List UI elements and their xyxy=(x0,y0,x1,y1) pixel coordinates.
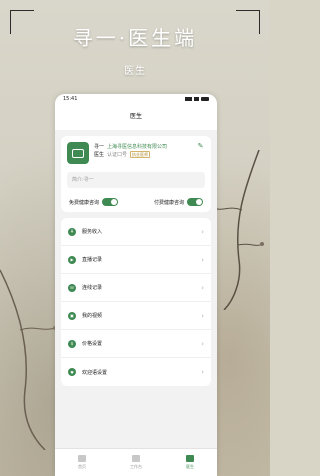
home-icon xyxy=(78,455,86,462)
menu-item-welcome[interactable]: ♥ 欢迎语设置 › xyxy=(61,358,211,386)
nav-title: 医生 xyxy=(55,104,217,130)
doctor-avatar-icon xyxy=(67,142,89,164)
tab-workbench[interactable]: 工作台 xyxy=(109,449,163,476)
phone-screen: 15:41 医生 寻一 上海寻医信息科技有限公司 医生 认证口号 执业医师 ✎ xyxy=(55,94,217,476)
free-consult-toggle[interactable]: 免费健康咨询 xyxy=(69,198,119,206)
wifi-icon xyxy=(194,97,199,101)
paid-consult-toggle[interactable]: 付费健康咨询 xyxy=(154,198,203,206)
profile-card: 寻一 上海寻医信息科技有限公司 医生 认证口号 执业医师 ✎ 简介:寻一 免费健… xyxy=(61,136,211,212)
doctor-org: 上海寻医信息科技有限公司 xyxy=(107,143,168,150)
signal-icon xyxy=(185,97,192,101)
grid-icon xyxy=(132,455,140,462)
menu-item-price[interactable]: $ 价格设置 › xyxy=(61,330,211,358)
user-icon xyxy=(186,455,194,462)
app-subtitle: 医生 xyxy=(124,66,146,77)
menu-item-video[interactable]: ▣ 我的视频 › xyxy=(61,302,211,330)
chevron-right-icon: › xyxy=(201,368,204,376)
tab-bar: 首页 工作台 医生 xyxy=(55,448,217,476)
toggle-switch[interactable] xyxy=(187,198,203,206)
live-icon: ▶ xyxy=(68,255,76,264)
chevron-right-icon: › xyxy=(201,339,204,348)
tab-doctor[interactable]: 医生 xyxy=(163,449,217,476)
plum-branch-decoration xyxy=(0,269,57,450)
video-icon: ▣ xyxy=(68,311,76,320)
chevron-right-icon: › xyxy=(201,311,204,320)
chevron-right-icon: › xyxy=(201,227,204,236)
battery-icon xyxy=(201,97,209,101)
menu-item-live[interactable]: ▶ 直播记录 › xyxy=(61,246,211,274)
tab-home[interactable]: 首页 xyxy=(55,449,109,476)
call-icon: ☏ xyxy=(68,283,76,292)
doctor-dept: 医生 xyxy=(94,151,105,158)
intro-field[interactable]: 简介:寻一 xyxy=(67,172,205,188)
income-icon: ¥ xyxy=(68,227,76,236)
chevron-right-icon: › xyxy=(201,255,204,264)
qualification-badge: 执业医师 xyxy=(130,150,151,158)
doctor-qualification: 认证口号 xyxy=(107,151,128,158)
doctor-name: 寻一 xyxy=(94,143,105,150)
status-bar: 15:41 xyxy=(55,94,217,104)
heart-icon: ♥ xyxy=(68,368,76,376)
app-title: 寻一·医生端 xyxy=(72,26,198,50)
toggle-label: 付费健康咨询 xyxy=(153,199,184,206)
toggle-switch[interactable] xyxy=(102,198,119,206)
edit-icon[interactable]: ✎ xyxy=(196,142,205,151)
toggle-label: 免费健康咨询 xyxy=(69,199,100,206)
menu-list: ¥ 服务收入 › ▶ 直播记录 › ☏ 连线记录 › ▣ 我的视频 › $ 价格… xyxy=(61,218,211,386)
menu-item-call[interactable]: ☏ 连线记录 › xyxy=(61,274,211,302)
chevron-right-icon: › xyxy=(201,283,204,292)
price-icon: $ xyxy=(68,339,76,348)
status-time: 15:41 xyxy=(63,96,78,102)
menu-item-income[interactable]: ¥ 服务收入 › xyxy=(61,218,211,246)
